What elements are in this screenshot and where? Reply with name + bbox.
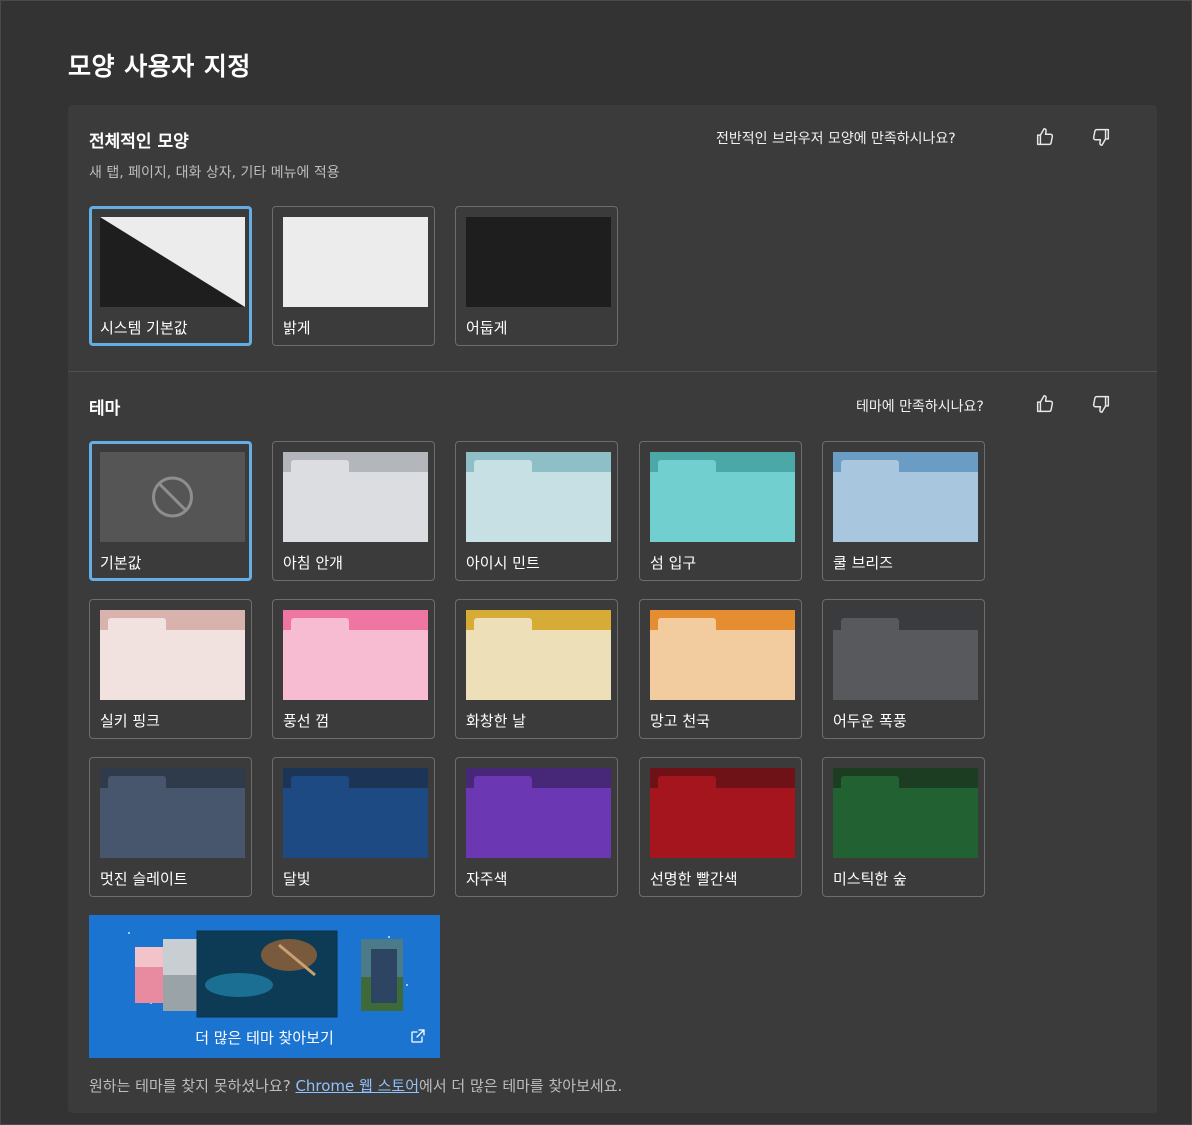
page-title: 모양 사용자 지정	[68, 52, 251, 81]
theme-tile[interactable]: 기본값	[89, 441, 252, 581]
light-preview	[283, 217, 428, 307]
theme-preview-folder	[466, 768, 611, 858]
theme-tile-label: 멋진 슬레이트	[100, 870, 188, 888]
section-divider	[68, 371, 1157, 372]
overall-section-title: 전체적인 모양	[89, 132, 189, 152]
appearance-option-system[interactable]: 시스템 기본값	[89, 206, 252, 346]
theme-preview-folder	[283, 768, 428, 858]
default-theme-preview	[100, 452, 245, 542]
theme-tile[interactable]: 아침 안개	[272, 441, 435, 581]
overall-section-subtitle: 새 탭, 페이지, 대화 상자, 기타 메뉴에 적용	[89, 165, 340, 181]
dark-preview	[466, 217, 611, 307]
theme-tile-label: 쿨 브리즈	[833, 554, 893, 572]
theme-preview-folder	[100, 768, 245, 858]
appearance-option-label: 밝게	[283, 319, 311, 337]
theme-tile-label: 달빛	[283, 870, 311, 888]
theme-tile-label: 실키 핑크	[100, 712, 160, 730]
theme-tile-label: 망고 천국	[650, 712, 710, 730]
theme-tile-label: 화창한 날	[466, 712, 526, 730]
theme-tile[interactable]: 어두운 폭풍	[822, 599, 985, 739]
theme-tile[interactable]: 선명한 빨간색	[639, 757, 802, 897]
theme-preview-folder	[283, 452, 428, 542]
footer-prefix: 원하는 테마를 찾지 못하셨나요?	[89, 1077, 296, 1095]
block-icon	[152, 476, 193, 518]
theme-tile-label: 기본값	[100, 554, 142, 572]
chrome-web-store-link[interactable]: Chrome 웹 스토어	[295, 1077, 419, 1095]
more-themes-label: 더 많은 테마 찾아보기	[195, 1029, 334, 1047]
theme-tile-label: 자주색	[466, 870, 508, 888]
theme-tile[interactable]: 화창한 날	[455, 599, 618, 739]
theme-tile[interactable]: 쿨 브리즈	[822, 441, 985, 581]
theme-tile[interactable]: 풍선 껌	[272, 599, 435, 739]
theme-preview-folder	[650, 768, 795, 858]
theme-tile[interactable]: 멋진 슬레이트	[89, 757, 252, 897]
theme-feedback-question: 테마에 만족하시나요?	[856, 399, 984, 415]
theme-preview-folder	[100, 610, 245, 700]
appearance-option-light[interactable]: 밝게	[272, 206, 435, 346]
theme-tile-label: 풍선 껌	[283, 712, 330, 730]
thumbs-up-icon[interactable]	[1034, 393, 1056, 415]
theme-tile[interactable]: 실키 핑크	[89, 599, 252, 739]
theme-preview-folder	[466, 610, 611, 700]
theme-tile-label: 선명한 빨간색	[650, 870, 738, 888]
system-preview	[100, 217, 245, 307]
theme-tile-label: 어두운 폭풍	[833, 712, 907, 730]
theme-preview-folder	[466, 452, 611, 542]
theme-preview-folder	[833, 768, 978, 858]
footer-suffix: 에서 더 많은 테마를 찾아보세요.	[419, 1077, 623, 1095]
external-link-icon	[411, 1029, 425, 1043]
overall-feedback-question: 전반적인 브라우저 모양에 만족하시나요?	[716, 131, 956, 147]
more-themes-button[interactable]: 더 많은 테마 찾아보기	[89, 915, 440, 1058]
theme-preview-folder	[283, 610, 428, 700]
theme-tile[interactable]: 달빛	[272, 757, 435, 897]
theme-preview-folder	[650, 610, 795, 700]
theme-tile-label: 아이시 민트	[466, 554, 540, 572]
thumbs-up-icon[interactable]	[1034, 126, 1056, 148]
theme-preview-folder	[650, 452, 795, 542]
theme-tile[interactable]: 아이시 민트	[455, 441, 618, 581]
theme-tile-label: 아침 안개	[283, 554, 343, 572]
thumbs-down-icon[interactable]	[1090, 126, 1112, 148]
appearance-option-label: 시스템 기본값	[100, 319, 188, 337]
appearance-option-dark[interactable]: 어둡게	[455, 206, 618, 346]
footer-text: 원하는 테마를 찾지 못하셨나요? Chrome 웹 스토어에서 더 많은 테마…	[89, 1075, 622, 1096]
theme-tile[interactable]: 망고 천국	[639, 599, 802, 739]
theme-tile[interactable]: 미스틱한 숲	[822, 757, 985, 897]
theme-tile[interactable]: 자주색	[455, 757, 618, 897]
theme-preview-folder	[833, 452, 978, 542]
thumbs-down-icon[interactable]	[1090, 393, 1112, 415]
theme-preview-folder	[833, 610, 978, 700]
theme-tile[interactable]: 섬 입구	[639, 441, 802, 581]
theme-tile-label: 미스틱한 숲	[833, 870, 907, 888]
appearance-option-label: 어둡게	[466, 319, 508, 337]
theme-section-title: 테마	[89, 399, 121, 419]
theme-tile-label: 섬 입구	[650, 554, 697, 572]
